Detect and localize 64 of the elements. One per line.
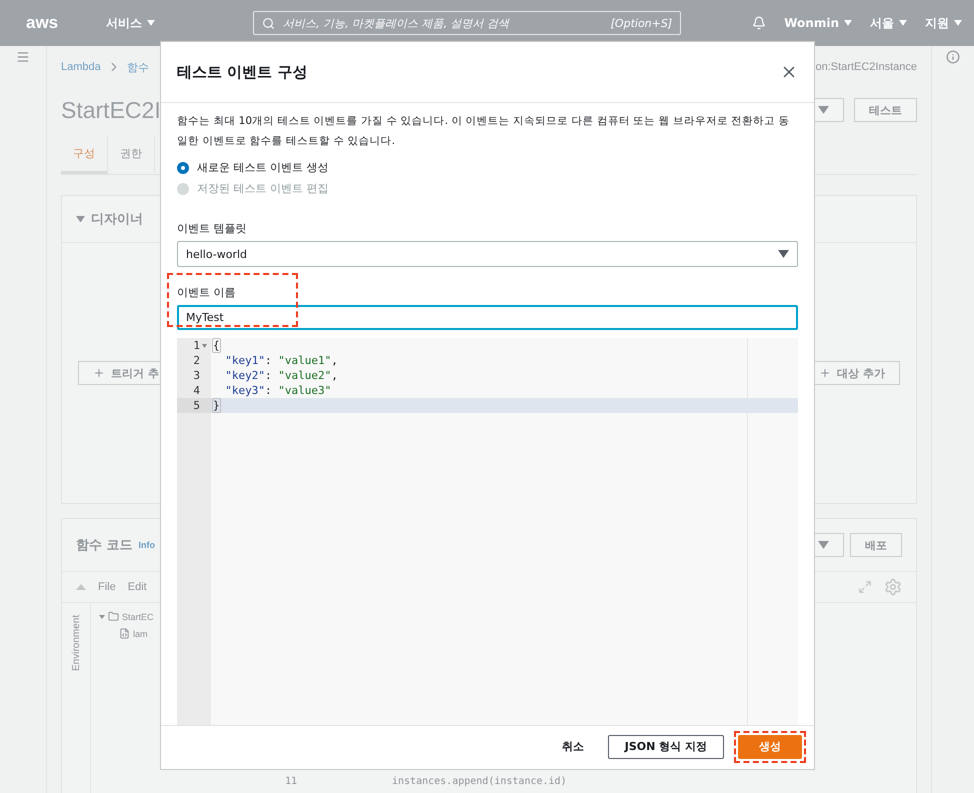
template-select[interactable]: hello-world [177, 241, 798, 267]
region-menu[interactable]: 서울 [870, 14, 907, 32]
search-icon [262, 16, 276, 30]
search-placeholder: 서비스, 기능, 마켓플레이스 제품, 설명서 검색 [283, 16, 510, 30]
services-menu[interactable]: 서비스 [106, 14, 156, 32]
function-arn: on:StartEC2Instance [815, 61, 917, 73]
code-editor[interactable]: 1 2 3 4 5 { "key1": "value1", "key2": "value2", "key3": "value3" } [177, 338, 798, 725]
search-field[interactable]: 서비스, 기능, 마켓플레이스 제품, 설명서 검색 [Option+S] [253, 11, 682, 35]
plus-icon [93, 367, 105, 379]
create-button[interactable]: 생성 [738, 734, 802, 758]
code-line: "key1": "value1", [224, 353, 339, 368]
dialog-title: 테스트 이벤트 구성 [177, 62, 308, 82]
caret-icon [818, 106, 829, 114]
caret-icon [147, 20, 156, 26]
test-button[interactable]: 테스트 [854, 98, 917, 122]
tab[interactable]: 권한 [108, 136, 155, 174]
deploy-button[interactable]: 배포 [850, 533, 902, 557]
caret-icon [778, 250, 789, 258]
field-label: 이벤트 템플릿 [177, 221, 248, 236]
user-menu[interactable]: Wonmin [784, 16, 852, 30]
code-line: "key2": "value2", [224, 368, 339, 383]
breadcrumb-link[interactable]: Lambda [61, 61, 101, 73]
field-label: 이벤트 이름 [177, 285, 236, 300]
caret-icon [844, 20, 852, 26]
menu-icon[interactable] [16, 50, 30, 64]
fullscreen-icon[interactable] [858, 580, 872, 594]
line-number: 2 [193, 354, 200, 367]
radio-option[interactable]: 새로운 테스트 이벤트 생성 [177, 159, 798, 176]
line-number: 1 [193, 339, 200, 352]
caret-icon [76, 216, 85, 222]
line-number: 4 [193, 384, 200, 397]
line-number: 5 [193, 399, 200, 412]
menu-item[interactable]: File [98, 581, 116, 593]
caret-icon [818, 541, 829, 549]
plus-icon [819, 367, 832, 379]
aws-logo[interactable]: aws [26, 13, 58, 33]
breadcrumb-link[interactable]: 함수 [126, 60, 149, 74]
bell-icon[interactable] [752, 16, 766, 30]
folder-icon [108, 611, 119, 622]
caret-icon [954, 20, 962, 26]
shortcut-hint: [Option+S] [610, 16, 672, 30]
page-title: StartEC2I [61, 96, 161, 124]
environment-tab[interactable]: Environment [70, 611, 82, 671]
code-line: instances.append(instance.id) [392, 776, 567, 789]
line-number: 3 [193, 369, 200, 382]
code-heading: 함수 코드 [76, 537, 133, 554]
format-button[interactable]: JSON 형식 지정 [608, 734, 724, 758]
settings-icon[interactable] [884, 578, 902, 596]
caret-icon [899, 20, 907, 26]
name-field[interactable]: MyTest [177, 305, 798, 330]
file-icon [119, 628, 130, 639]
support-menu[interactable]: 지원 [925, 14, 962, 32]
info-link[interactable]: Info [138, 540, 156, 550]
fold-icon[interactable] [202, 344, 207, 348]
menu-item[interactable]: Edit [128, 581, 147, 593]
description: 함수는 최대 10개의 테스트 이벤트를 가질 수 있습니다. 이 이벤트는 지속되므로 다른 컴퓨터 또는 웹 브라우저로 전환하고 동일한 이벤트로 함수를 테스트할 수 있습니다. [177, 114, 790, 149]
designer-heading[interactable]: 디자이너 [76, 210, 143, 228]
collapse-icon[interactable] [76, 584, 86, 590]
line-number: 11 [284, 776, 297, 789]
tab[interactable]: 구성 [61, 136, 108, 174]
code-line: "key3": "value3" [224, 383, 332, 398]
info-icon[interactable] [946, 50, 960, 64]
radio-button[interactable] [177, 162, 189, 174]
cancel-button[interactable]: 취소 [548, 733, 598, 760]
